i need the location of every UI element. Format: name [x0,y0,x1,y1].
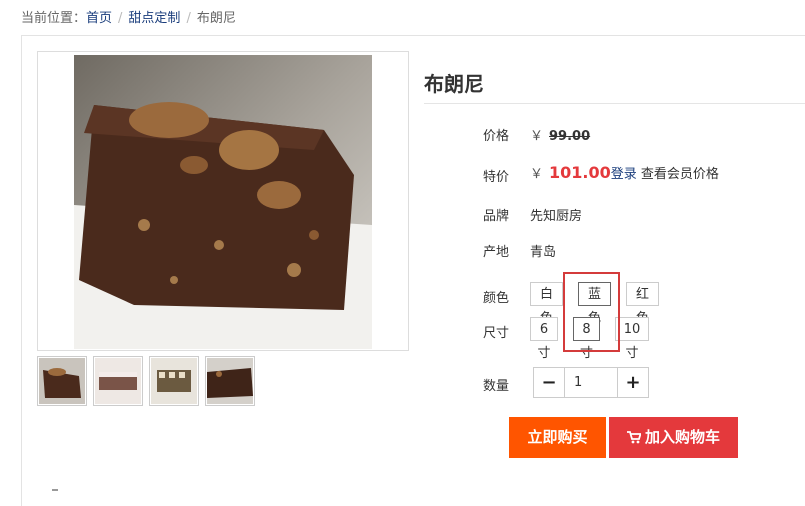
origin-label: 产地 [483,245,510,260]
login-link[interactable]: 登录 [611,167,637,182]
buy-now-button[interactable]: 立即购买 [509,417,606,458]
price-label: 价格 [483,129,510,144]
breadcrumb-home-link[interactable]: 首页 [86,11,112,26]
quantity-increase-button[interactable]: + [617,367,649,398]
breadcrumb-category-link[interactable]: 甜点定制 [128,11,180,26]
member-price-text: 查看会员价格 [636,167,719,182]
price-currency: ￥ [530,129,544,144]
main-product-image [74,55,372,349]
thumbnail-3[interactable] [149,356,199,406]
special-price-value: 101.00 [549,163,611,182]
add-to-cart-button[interactable]: 加入购物车 [609,417,738,458]
thumbnail-2[interactable] [93,356,143,406]
quantity-decrease-button[interactable]: − [533,367,565,398]
thumbnail-1-image [39,358,85,404]
special-price-currency: ￥ [530,167,544,182]
original-price-value: 99.00 [549,129,591,144]
breadcrumb-current: 布朗尼 [196,11,236,26]
quantity-input[interactable] [565,367,618,398]
breadcrumb-separator: / [186,11,191,26]
brand-value: 先知厨房 [530,209,583,224]
breadcrumb-prefix: 当前位置： [21,11,87,26]
thumbnail-4[interactable] [205,356,255,406]
title-divider [424,103,805,104]
special-price-label: 特价 [483,170,510,185]
size-option-6[interactable]: 6寸 [530,317,558,361]
brand-label: 品牌 [483,209,510,224]
thumbnail-3-image [151,358,197,404]
breadcrumb: 当前位置：首页 / 甜点定制 / 布朗尼 [21,7,236,26]
special-price: ￥ 101.00登录 查看会员价格 [530,163,719,182]
add-to-cart-label: 加入购物车 [644,428,720,446]
cart-icon [626,431,641,444]
thumbnail-2-image [95,358,141,404]
thumbnail-1[interactable] [37,356,87,406]
thumbnail-4-image [207,358,253,404]
color-option-red[interactable]: 红色 [626,282,659,326]
color-option-white[interactable]: 白色 [530,282,563,326]
size-label: 尺寸 [483,326,510,341]
selection-highlight [563,272,620,352]
color-label: 颜色 [483,291,510,306]
product-title: 布朗尼 [424,72,484,96]
main-image-frame [37,51,409,351]
original-price: ￥ 99.00 [530,125,590,144]
origin-value: 青岛 [530,245,557,260]
footer-marker [52,489,58,491]
quantity-label: 数量 [483,379,510,394]
size-option-10[interactable]: 10寸 [615,317,649,361]
breadcrumb-separator: / [118,11,123,26]
